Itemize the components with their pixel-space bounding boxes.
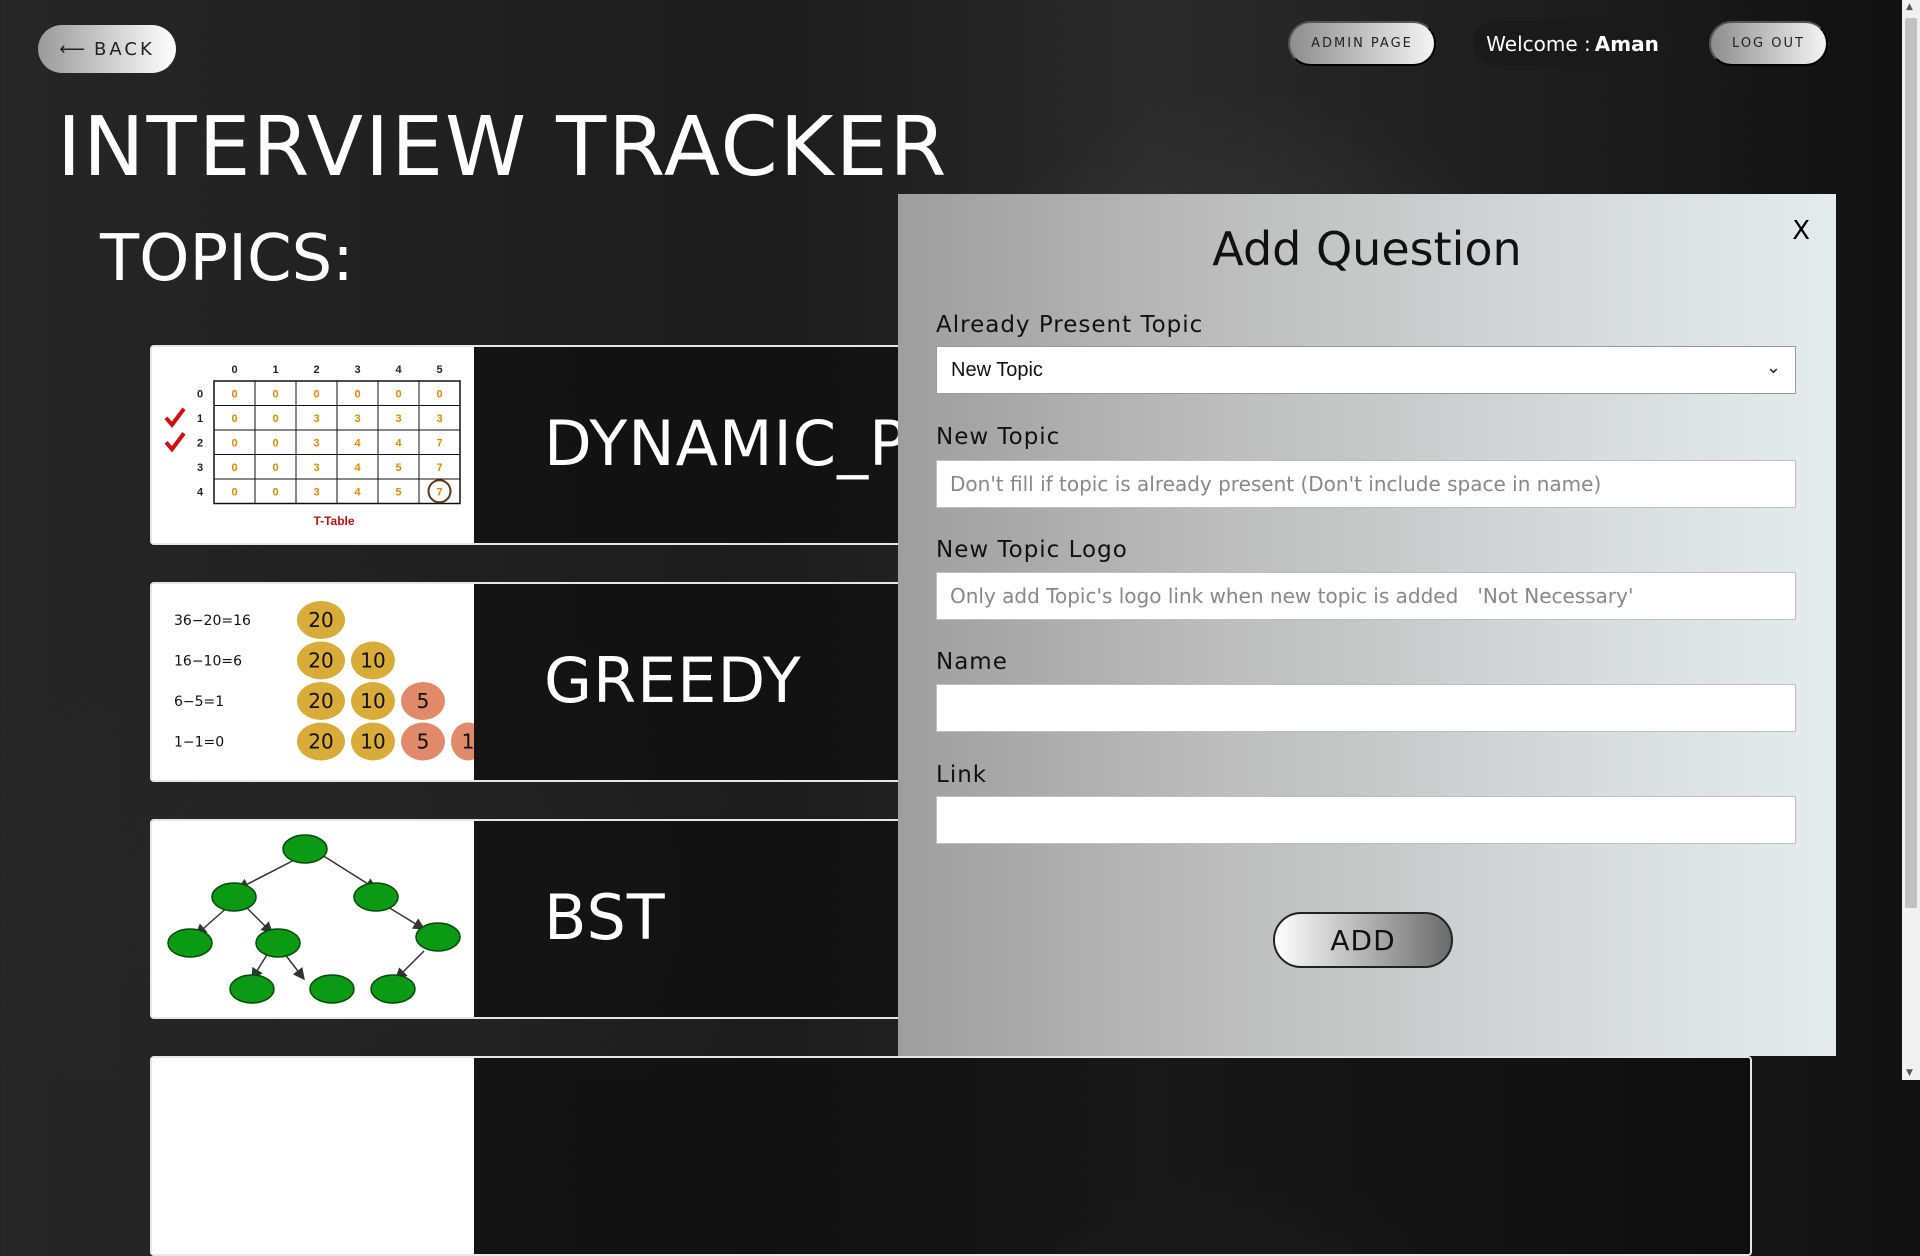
new-topic-input[interactable] — [936, 460, 1796, 508]
topic-name: BST — [544, 881, 666, 954]
dp-row-label: 3 — [197, 462, 203, 474]
name-label: Name — [936, 649, 1008, 675]
checkmark-icon — [164, 407, 186, 428]
arrow-left-icon: ⟵ — [59, 38, 89, 60]
dp-cell-value: 0 — [436, 388, 442, 400]
topic-logo-label: New Topic Logo — [936, 537, 1128, 563]
dp-cell-value: 0 — [313, 388, 319, 400]
checkmark-icon — [164, 432, 186, 453]
dp-cell-value: 0 — [231, 462, 237, 474]
link-input[interactable] — [936, 796, 1796, 844]
link-label: Link — [936, 762, 988, 788]
dp-cell-value: 0 — [231, 486, 237, 498]
dp-cell-value: 5 — [395, 486, 401, 498]
dp-col-label: 1 — [272, 364, 278, 376]
dp-table-thumbnail: 0 1 2 3 4 5 0 1 2 3 4 0 0 0 0 0 0 0 0 3 3 3 3 0 0 3 4 4 7 0 0 3 4 5 7 0 0 3 4 5… — [152, 347, 474, 543]
scroll-down-icon[interactable]: ▼ — [1906, 1068, 1913, 1078]
dp-row-label: 0 — [197, 388, 203, 400]
dp-col-label: 0 — [231, 364, 237, 376]
name-input[interactable] — [936, 684, 1796, 732]
topic-thumbnail — [152, 1058, 474, 1254]
bst-tree-thumbnail — [152, 821, 474, 1017]
dp-cell-value: 4 — [395, 437, 402, 449]
coin-value: 10 — [360, 649, 385, 673]
page-scrollbar[interactable]: ▲ ▼ — [1902, 0, 1920, 1080]
dp-cell-value: 3 — [354, 413, 360, 425]
dp-col-label: 4 — [395, 364, 402, 376]
coin-value: 10 — [360, 689, 385, 713]
coin-value: 20 — [308, 730, 333, 754]
dp-col-label: 3 — [354, 364, 360, 376]
dp-cell-value: 0 — [231, 388, 237, 400]
dp-cell-value: 0 — [272, 413, 278, 425]
admin-page-button[interactable]: ADMIN PAGE — [1288, 21, 1436, 66]
dp-cell-value: 3 — [395, 413, 401, 425]
greedy-coins-image: 36−20=16 20 16−10=6 20 10 6−5=1 20 10 5 1−1=0 20 10… — [174, 601, 485, 761]
welcome-prefix: Welcome : — [1486, 31, 1591, 56]
back-button[interactable]: ⟵ BACK — [38, 25, 176, 73]
add-button[interactable]: ADD — [1273, 912, 1453, 968]
dp-cell-value: 0 — [354, 388, 360, 400]
dp-cell-value: 4 — [354, 462, 361, 474]
dp-cell-value: 7 — [436, 486, 442, 498]
page-title: INTERVIEW TRACKER — [57, 100, 949, 195]
topic-card-partial[interactable] — [150, 1056, 1752, 1256]
dp-cell-value: 3 — [313, 413, 319, 425]
greedy-equation: 16−10=6 — [174, 654, 242, 670]
dp-col-label: 5 — [436, 364, 442, 376]
modal-title: Add Question — [1212, 222, 1522, 276]
dp-col-label: 2 — [313, 364, 319, 376]
coin-value: 1 — [462, 730, 474, 754]
existing-topic-label: Already Present Topic — [936, 312, 1204, 338]
scroll-up-icon[interactable]: ▲ — [1906, 2, 1913, 12]
dp-cell-value: 3 — [313, 462, 319, 474]
dp-cell-value: 0 — [272, 486, 278, 498]
add-question-modal: Add Question X Already Present Topic New… — [898, 194, 1836, 1056]
back-label: BACK — [94, 38, 155, 60]
dp-cell-value: 0 — [231, 437, 237, 449]
topic-name: DYNAMIC_P — [544, 407, 908, 480]
coin-value: 20 — [308, 649, 333, 673]
dp-cell-value: 0 — [272, 388, 278, 400]
coin-value: 20 — [308, 608, 333, 632]
coin-value: 5 — [417, 730, 430, 754]
dp-cell-value: 3 — [313, 437, 319, 449]
scrollbar-thumb[interactable] — [1905, 18, 1917, 908]
dp-cell-value: 0 — [272, 437, 278, 449]
dp-table-image: 0 1 2 3 4 5 0 1 2 3 4 0 0 0 0 0 0 0 0 3 3 3 3 0 0 3 4 4 7 0 0 3 4 5 7 0 0 3 4 5… — [164, 364, 461, 528]
dp-cell-value: 3 — [436, 413, 442, 425]
topic-logo-input[interactable] — [936, 572, 1796, 620]
dp-cell-value: 7 — [436, 437, 442, 449]
greedy-coins-thumbnail: 36−20=16 20 16−10=6 20 10 6−5=1 20 10 5 1−1=0 20 10… — [152, 584, 485, 780]
topic-name: GREEDY — [544, 644, 802, 717]
dp-cell-value: 4 — [354, 437, 361, 449]
chevron-down-icon: ⌄ — [1765, 357, 1781, 377]
dp-caption: T-Table — [313, 514, 354, 528]
topics-heading: TOPICS: — [100, 222, 354, 296]
dp-cell-value: 5 — [395, 462, 401, 474]
existing-topic-select[interactable]: New Topic ⌄ — [936, 346, 1796, 394]
existing-topic-value: New Topic — [951, 358, 1043, 381]
greedy-equation: 6−5=1 — [174, 694, 224, 710]
dp-cell-value: 0 — [395, 388, 401, 400]
coin-value: 10 — [360, 730, 385, 754]
close-icon[interactable]: X — [1792, 216, 1810, 246]
dp-cell-value: 0 — [231, 413, 237, 425]
dp-cell-value: 7 — [436, 462, 442, 474]
username: Aman — [1594, 31, 1659, 56]
logout-button[interactable]: LOG OUT — [1709, 21, 1828, 66]
dp-row-label: 2 — [197, 437, 203, 449]
dp-cell-value: 0 — [272, 462, 278, 474]
dp-cell-value: 3 — [313, 486, 319, 498]
greedy-equation: 36−20=16 — [174, 613, 251, 629]
bst-tree-image — [167, 834, 461, 1004]
dp-row-label: 4 — [197, 486, 204, 498]
coin-value: 20 — [308, 689, 333, 713]
dp-cell-value: 4 — [354, 486, 361, 498]
welcome-badge: Welcome : Aman — [1473, 21, 1672, 66]
new-topic-label: New Topic — [936, 424, 1061, 450]
greedy-equation: 1−1=0 — [174, 735, 224, 751]
coin-value: 5 — [417, 689, 430, 713]
dp-row-label: 1 — [197, 413, 203, 425]
